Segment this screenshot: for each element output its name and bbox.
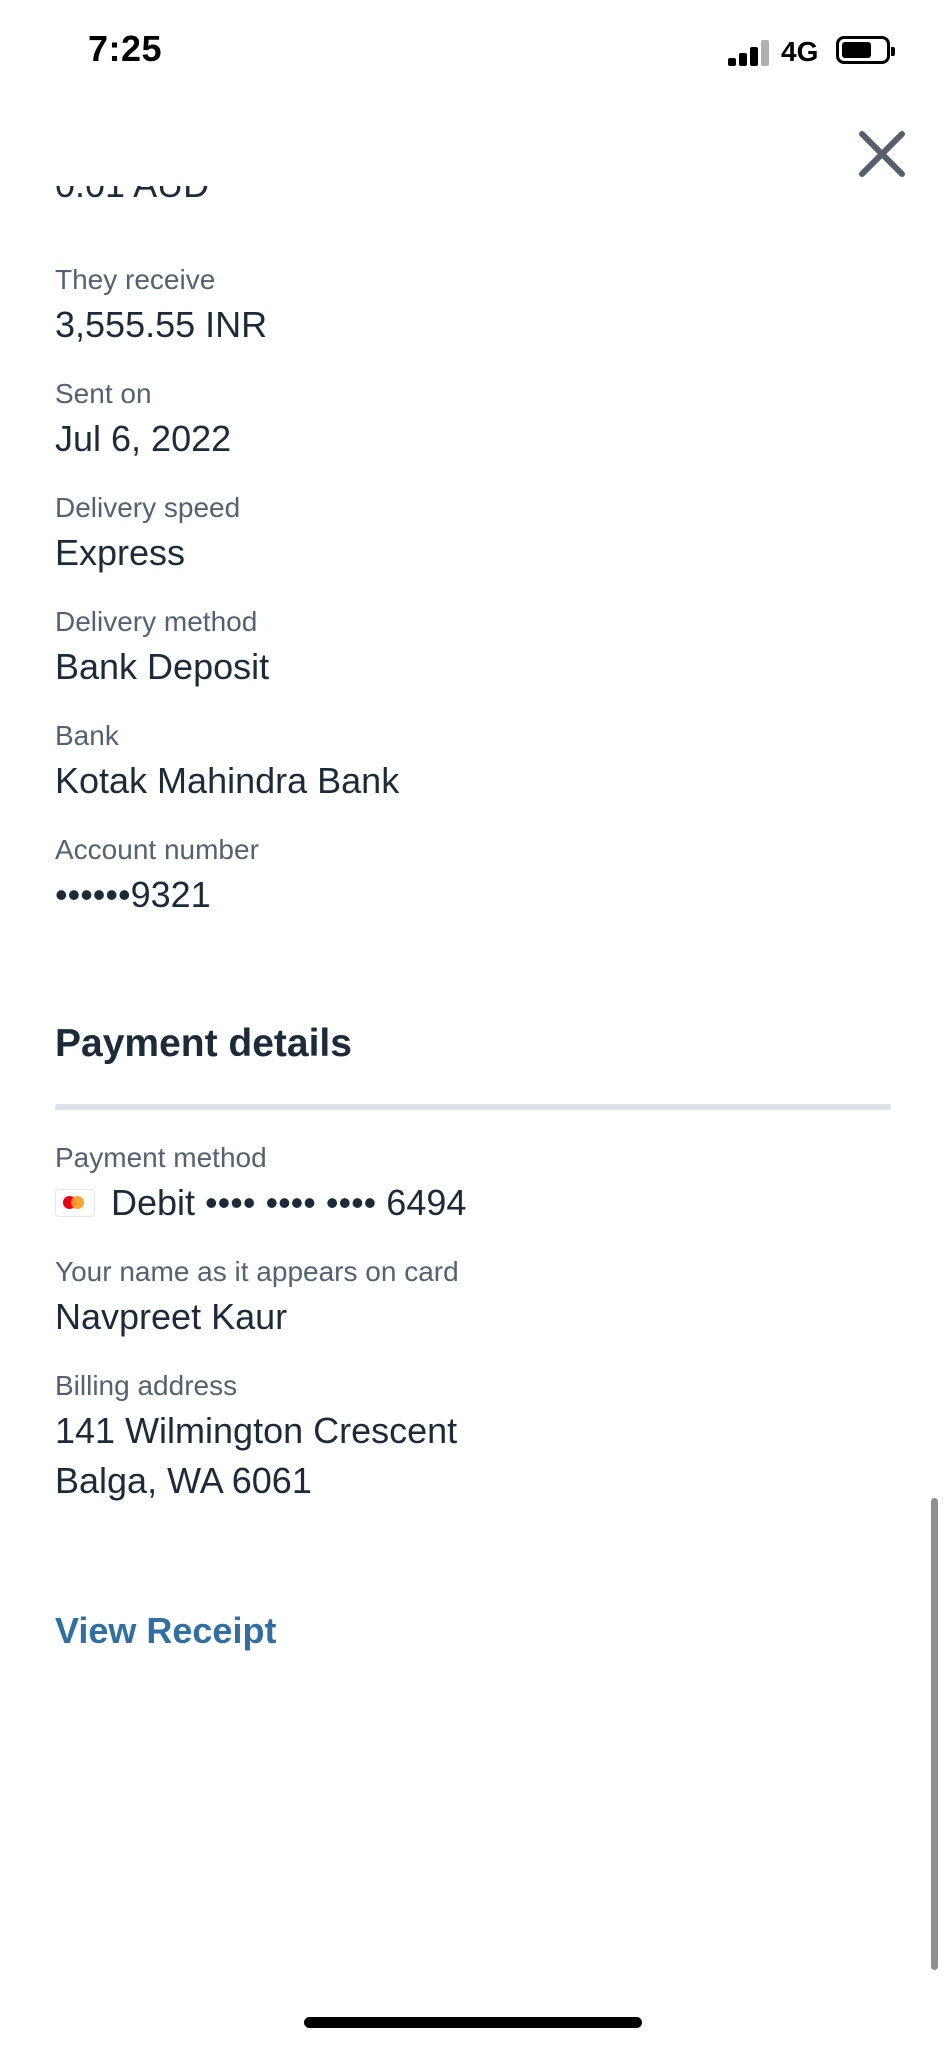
field-they-receive: They receive 3,555.55 INR xyxy=(55,262,267,348)
mastercard-icon xyxy=(55,1189,95,1217)
field-label: They receive xyxy=(55,264,216,295)
scrollbar[interactable] xyxy=(931,1498,938,1970)
field-value: Debit •••• •••• •••• 6494 xyxy=(111,1182,467,1223)
field-value: Bank Deposit xyxy=(55,646,270,687)
section-divider xyxy=(55,1104,891,1110)
billing-address-line2: Balga, WA 6061 xyxy=(55,1460,312,1501)
previous-value-cut: 0.01 AUD xyxy=(55,186,455,226)
field-value: Jul 6, 2022 xyxy=(55,418,232,459)
close-button[interactable] xyxy=(852,124,912,184)
field-account-number: Account number ••••••9321 xyxy=(55,832,259,918)
field-label: Your name as it appears on card xyxy=(55,1256,459,1287)
payment-method-row: Debit •••• •••• •••• 6494 xyxy=(55,1180,466,1226)
field-value: Kotak Mahindra Bank xyxy=(55,760,400,801)
field-delivery-speed: Delivery speed Express xyxy=(55,490,240,576)
field-billing-address: Billing address 141 Wilmington Crescent … xyxy=(55,1368,457,1504)
field-label: Payment method xyxy=(55,1142,267,1173)
home-indicator[interactable] xyxy=(304,2017,642,2028)
field-value: ••••••9321 xyxy=(55,874,211,915)
field-label: Delivery speed xyxy=(55,492,241,523)
field-delivery-method: Delivery method Bank Deposit xyxy=(55,604,269,690)
payment-details-title: Payment details xyxy=(55,1022,352,1065)
close-icon xyxy=(859,131,905,177)
field-label: Delivery method xyxy=(55,606,258,637)
field-label: Bank xyxy=(55,720,119,751)
signal-icon xyxy=(728,40,770,66)
field-payment-method: Payment method Debit •••• •••• •••• 6494 xyxy=(55,1140,466,1226)
battery-icon xyxy=(836,36,895,64)
field-sent-on: Sent on Jul 6, 2022 xyxy=(55,376,231,462)
field-label: Sent on xyxy=(55,378,152,409)
status-bar: 7:25 4G xyxy=(0,0,946,100)
field-value: Express xyxy=(55,532,186,573)
billing-address-line1: 141 Wilmington Crescent xyxy=(55,1410,458,1451)
field-label: Billing address xyxy=(55,1370,238,1401)
status-time: 7:25 xyxy=(88,28,163,69)
view-receipt-link[interactable]: View Receipt xyxy=(55,1610,276,1652)
field-value: Navpreet Kaur xyxy=(55,1296,288,1337)
field-label: Account number xyxy=(55,834,259,865)
field-bank: Bank Kotak Mahindra Bank xyxy=(55,718,399,804)
network-type: 4G xyxy=(781,36,819,67)
field-value: 3,555.55 INR xyxy=(55,304,268,345)
field-name-on-card: Your name as it appears on card Navpreet… xyxy=(55,1254,459,1340)
